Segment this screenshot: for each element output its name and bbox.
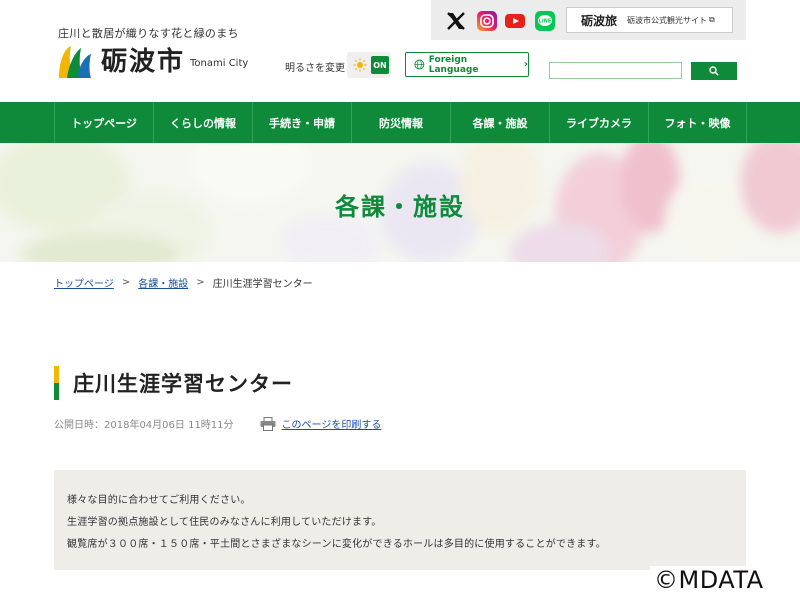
city-name: 砺波市 bbox=[101, 47, 186, 77]
breadcrumb-current: 庄川生涯学習センター bbox=[212, 279, 313, 290]
foreign-language-label: Foreign Language bbox=[428, 54, 479, 75]
tourism-label: 砺波市公式観光サイト bbox=[627, 15, 708, 25]
city-emblem-icon bbox=[59, 46, 91, 78]
print-page-label: このページを印刷する bbox=[281, 420, 382, 431]
sun-icon bbox=[353, 58, 367, 72]
site-tagline: 庄川と散居が織りなす花と緑のまち bbox=[58, 27, 239, 40]
site-logo[interactable]: 砺波市 bbox=[55, 42, 185, 82]
tourism-logo: 砺波旅 bbox=[581, 13, 618, 28]
page-meta: 公開日時：2018年04月06日 11時11分 このページを印刷する bbox=[54, 416, 381, 431]
published-date: 公開日時：2018年04月06日 11時11分 bbox=[54, 420, 234, 431]
facility-description: 様々な目的に合わせてご利用ください。 生涯学習の拠点施設として住民のみなさんに利… bbox=[54, 470, 746, 570]
printer-icon bbox=[260, 416, 276, 431]
site-header: 庄川と散居が織りなす花と緑のまち 砺波市 Tonami City LINE 砺波… bbox=[0, 0, 800, 102]
breadcrumb-separator: > bbox=[121, 277, 131, 288]
nav-item-disaster[interactable]: 防災情報 bbox=[352, 102, 451, 143]
nav-item-top[interactable]: トップページ bbox=[55, 102, 154, 143]
brightness-toggle[interactable]: ON bbox=[347, 52, 391, 78]
breadcrumb-link-top[interactable]: トップページ bbox=[54, 275, 114, 290]
x-icon[interactable] bbox=[445, 10, 467, 32]
nav-item-procedures[interactable]: 手続き・申請 bbox=[253, 102, 352, 143]
copyright-watermark: ©MDATA bbox=[650, 566, 768, 594]
nav-item-living[interactable]: くらしの情報 bbox=[154, 102, 253, 143]
nav-item-photo-video[interactable]: フォト・映像 bbox=[649, 102, 747, 143]
chevron-right-icon: › bbox=[523, 59, 528, 70]
city-name-roman: Tonami City bbox=[190, 58, 249, 69]
title-accent-bar bbox=[54, 366, 59, 383]
hero-banner: 各課・施設 bbox=[0, 143, 800, 262]
description-paragraph: 生涯学習の拠点施設として住民のみなさんに利用していただけます。 bbox=[67, 517, 382, 528]
nav-item-departments[interactable]: 各課・施設 bbox=[451, 102, 550, 143]
brightness-state: ON bbox=[371, 56, 389, 74]
instagram-icon[interactable] bbox=[476, 10, 498, 32]
breadcrumb-separator: > bbox=[196, 277, 205, 288]
page-title-block: 庄川生涯学習センター bbox=[54, 366, 293, 400]
print-page-link[interactable]: このページを印刷する bbox=[260, 416, 382, 431]
global-nav: トップページ くらしの情報 手続き・申請 防災情報 各課・施設 ライブカメラ フ… bbox=[0, 102, 800, 143]
external-link-icon: ⧉ bbox=[709, 15, 715, 24]
breadcrumb-link-departments[interactable]: 各課・施設 bbox=[138, 275, 188, 290]
globe-icon bbox=[414, 59, 425, 70]
search-input[interactable] bbox=[549, 62, 682, 79]
page-title: 庄川生涯学習センター bbox=[73, 372, 293, 396]
line-icon[interactable]: LINE bbox=[534, 10, 556, 32]
svg-text:LINE: LINE bbox=[539, 19, 552, 25]
brightness-label: 明るさを変更 bbox=[285, 63, 345, 74]
description-paragraph: 様々な目的に合わせてご利用ください。 bbox=[67, 495, 251, 506]
youtube-icon[interactable] bbox=[504, 10, 526, 32]
foreign-language-button[interactable]: Foreign Language › bbox=[405, 52, 529, 77]
hero-title: 各課・施設 bbox=[335, 193, 465, 221]
nav-item-live-camera[interactable]: ライブカメラ bbox=[550, 102, 649, 143]
search-button[interactable] bbox=[691, 62, 737, 80]
breadcrumb: トップページ > 各課・施設 > 庄川生涯学習センター bbox=[54, 275, 313, 290]
tourism-site-link[interactable]: 砺波旅 砺波市公式観光サイト ⧉ bbox=[566, 7, 733, 33]
search-icon bbox=[709, 66, 719, 76]
description-paragraph: 観覧席が３００席・１５０席・平土間とさまざまなシーンに変化ができるホールは多目的… bbox=[67, 539, 606, 550]
